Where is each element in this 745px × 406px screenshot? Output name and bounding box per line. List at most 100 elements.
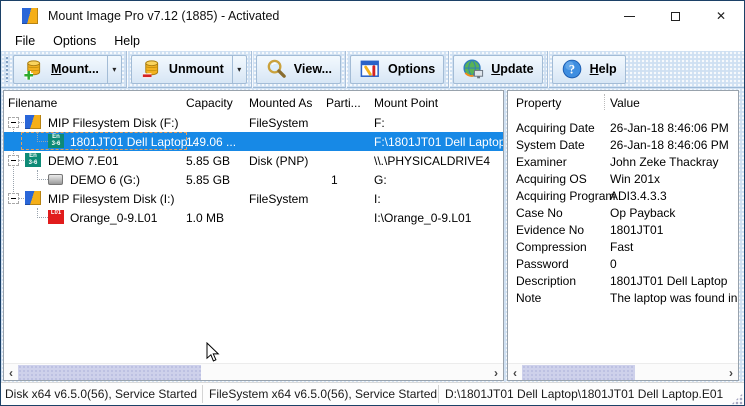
update-button[interactable]: Update	[453, 55, 542, 84]
view-button-main[interactable]: View...	[257, 56, 340, 83]
chevron-down-icon[interactable]: ▾	[107, 56, 121, 83]
help-button[interactable]: ?Help	[552, 55, 626, 84]
tree-collapse-toggle[interactable]	[8, 155, 19, 166]
property-name: Description	[516, 274, 576, 288]
status-section: Disk x64 v6.5.0(56), Service Started	[5, 387, 197, 401]
capacity-cell: 5.85 GB	[186, 154, 230, 168]
property-name: System Date	[516, 138, 585, 152]
property-name: Compression	[516, 240, 587, 254]
mount-point-cell: F:\1801JT01 Dell Laptop.	[374, 135, 504, 149]
column-header-parti[interactable]: Parti...	[326, 96, 361, 110]
view-icon	[265, 58, 288, 81]
column-header-value[interactable]: Value	[610, 96, 640, 110]
property-value: Win 201x	[610, 172, 660, 186]
property-row: Case NoOp Payback	[508, 206, 738, 223]
tree-horizontal-scrollbar[interactable]: ‹›	[4, 363, 503, 380]
status-bar: Disk x64 v6.5.0(56), Service StartedFile…	[1, 382, 744, 406]
header-column-divider	[604, 94, 605, 110]
window-controls: ✕	[606, 1, 744, 31]
toolbar-separator	[547, 51, 548, 88]
column-header-filename[interactable]: Filename	[8, 96, 57, 110]
tree-collapse-toggle[interactable]	[8, 193, 19, 204]
property-row: ExaminerJohn Zeke Thackray	[508, 155, 738, 172]
toolbar-grip-handle[interactable]	[5, 56, 9, 82]
column-header-mounted-as[interactable]: Mounted As	[249, 96, 312, 110]
mounted-images-tree-panel: Filename Capacity Mounted As Parti... Mount …	[3, 90, 504, 381]
mount-point-cell: I:	[374, 192, 381, 206]
filename-cell: DEMO 6 (G:)	[70, 173, 140, 187]
partition-cell: 1	[331, 173, 338, 187]
l01-evidence-icon: L01	[48, 210, 64, 224]
help-icon: ?	[561, 58, 584, 81]
maximize-button[interactable]	[652, 1, 698, 31]
property-name: Acquiring OS	[516, 172, 587, 186]
property-row: NoteThe laptop was found in the	[508, 291, 738, 308]
view-button[interactable]: View...	[256, 55, 341, 84]
unmount-button-label: Unmount	[169, 62, 224, 76]
property-name: Password	[516, 257, 569, 271]
help-button-main[interactable]: ?Help	[553, 56, 625, 83]
resize-grip-icon[interactable]	[731, 393, 743, 405]
tree-row[interactable]: L01Orange_0-9.L011.0 MBI:\Orange_0-9.L01	[4, 208, 503, 227]
minus-icon	[11, 122, 16, 123]
property-row: Description1801JT01 Dell Laptop	[508, 274, 738, 291]
unmount-button[interactable]: Unmount ▾	[131, 55, 247, 84]
scroll-right-icon[interactable]: ›	[489, 365, 503, 380]
tree-connector-line	[37, 170, 48, 180]
scroll-right-icon[interactable]: ›	[724, 365, 738, 380]
en-evidence-icon: En3-6	[25, 153, 41, 167]
scrollbar-thumb[interactable]	[522, 365, 635, 380]
scroll-left-icon[interactable]: ‹	[4, 365, 18, 380]
window-title: Mount Image Pro v7.12 (1885) - Activated	[48, 9, 279, 23]
mount-button[interactable]: Mount...▾	[13, 55, 122, 84]
tree-row[interactable]: MIP Filesystem Disk (I:)FileSystemI:	[4, 189, 503, 208]
unmount-button-main[interactable]: Unmount	[132, 56, 232, 83]
menu-help[interactable]: Help	[105, 32, 149, 50]
column-header-property[interactable]: Property	[516, 96, 561, 110]
toolbar-separator	[448, 51, 449, 88]
title-bar: Mount Image Pro v7.12 (1885) - Activated…	[1, 1, 744, 31]
close-button[interactable]: ✕	[698, 1, 744, 31]
options-button[interactable]: Options	[350, 55, 444, 84]
mount-button-main[interactable]: Mount...	[14, 56, 107, 83]
tree-row[interactable]: DEMO 6 (G:)5.85 GB1G:	[4, 170, 503, 189]
property-row: Acquiring ProgramADI3.4.3.3	[508, 189, 738, 206]
main-area: Filename Capacity Mounted As Parti... Mount …	[1, 88, 744, 382]
update-button-main[interactable]: Update	[454, 56, 541, 83]
scroll-left-icon[interactable]: ‹	[508, 365, 522, 380]
property-name: Case No	[516, 206, 563, 220]
tree-collapse-toggle[interactable]	[8, 117, 19, 128]
mounted-as-cell: FileSystem	[249, 192, 308, 206]
minimize-button[interactable]	[606, 1, 652, 31]
filename-cell: Orange_0-9.L01	[70, 211, 157, 225]
mount-point-cell: \\.\PHYSICALDRIVE4	[374, 154, 490, 168]
menu-options[interactable]: Options	[44, 32, 105, 50]
property-row: System Date26-Jan-18 8:46:06 PM	[508, 138, 738, 155]
property-name: Acquiring Date	[516, 121, 595, 135]
filename-cell: MIP Filesystem Disk (F:)	[48, 116, 178, 130]
column-header-mount-point[interactable]: Mount Point	[374, 96, 438, 110]
tree-row[interactable]: MIP Filesystem Disk (F:)FileSystemF:	[4, 113, 503, 132]
tree-connector-line	[37, 208, 48, 218]
properties-panel: Property Value Acquiring Date 26-Jan-18 8:4…	[507, 90, 739, 381]
mount-point-cell: I:\Orange_0-9.L01	[374, 211, 471, 225]
menu-bar: FileOptionsHelp	[1, 31, 744, 51]
capacity-cell: 5.85 GB	[186, 173, 230, 187]
tree-row[interactable]: En3-61801JT01 Dell Laptop...149.06 ...F:…	[4, 132, 503, 151]
status-divider	[438, 385, 439, 403]
svg-text:?: ?	[569, 62, 575, 76]
column-header-capacity[interactable]: Capacity	[186, 96, 233, 110]
property-value: 1801JT01	[610, 223, 663, 237]
menu-file[interactable]: File	[6, 32, 44, 50]
property-row: Acquiring OS Win 201x	[508, 172, 738, 189]
mount-icon	[22, 58, 45, 81]
options-button-main[interactable]: Options	[351, 56, 443, 83]
property-value: 26-Jan-18 8:46:06 PM	[610, 121, 729, 135]
close-icon: ✕	[716, 10, 726, 22]
chevron-down-icon[interactable]: ▾	[232, 56, 246, 83]
scrollbar-thumb[interactable]	[18, 365, 201, 380]
tree-row[interactable]: En3-6DEMO 7.E015.85 GBDisk (PNP)\\.\PHYS…	[4, 151, 503, 170]
app-window: Mount Image Pro v7.12 (1885) - Activated…	[0, 0, 745, 406]
properties-horizontal-scrollbar[interactable]: ‹›	[508, 363, 738, 380]
property-value: The laptop was found in the	[610, 291, 739, 305]
